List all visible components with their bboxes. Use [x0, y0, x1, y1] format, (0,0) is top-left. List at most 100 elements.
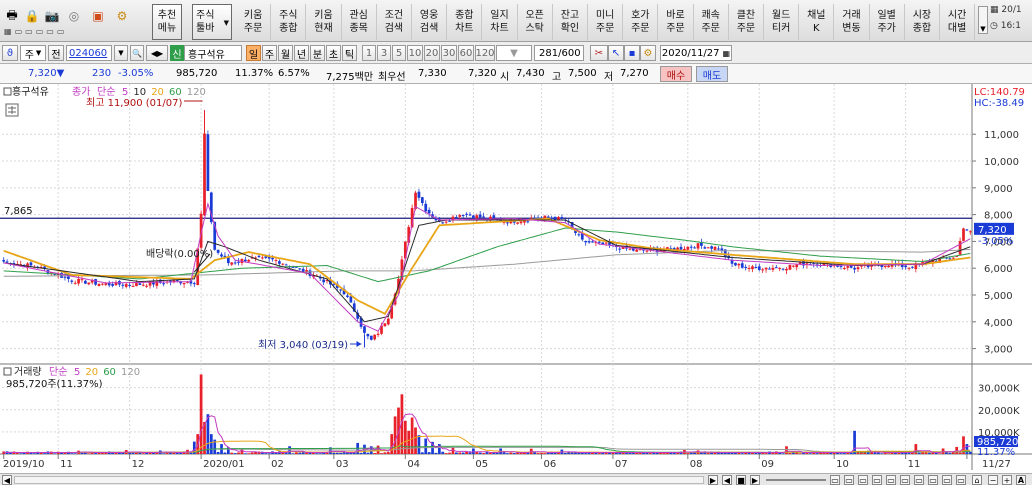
candle[interactable] — [339, 289, 343, 291]
candle[interactable] — [94, 279, 97, 285]
volume-bar[interactable] — [237, 452, 240, 454]
volume-bar[interactable] — [785, 446, 788, 454]
candle[interactable] — [618, 248, 622, 250]
volume-bar[interactable] — [87, 453, 91, 454]
recommend-menu-button[interactable]: 추천 메뉴 — [152, 4, 182, 40]
volume-bar[interactable] — [798, 453, 802, 454]
candle[interactable] — [781, 268, 785, 270]
candle[interactable] — [420, 197, 424, 204]
volume-bar[interactable] — [815, 453, 819, 454]
candle[interactable] — [121, 284, 125, 286]
candle[interactable] — [907, 267, 911, 269]
volume-bar[interactable] — [60, 452, 63, 454]
volume-bar[interactable] — [839, 453, 843, 454]
volume-bar[interactable] — [141, 453, 145, 454]
candle[interactable] — [70, 280, 74, 282]
candle[interactable] — [264, 256, 268, 258]
candle[interactable] — [785, 268, 788, 271]
speaker-icon[interactable]: ◀▶ — [146, 45, 168, 61]
interval-button-4[interactable]: 20 — [424, 45, 440, 61]
candle[interactable] — [128, 284, 131, 286]
interval-button-7[interactable]: 120 — [475, 45, 495, 61]
candle[interactable] — [482, 216, 485, 218]
candle[interactable] — [965, 229, 969, 231]
volume-bar[interactable] — [873, 452, 877, 454]
candle[interactable] — [635, 249, 639, 252]
candle[interactable] — [427, 209, 431, 214]
candle[interactable] — [138, 283, 142, 286]
volume-bar[interactable] — [444, 453, 448, 454]
window-icon-5[interactable]: ▭ — [57, 27, 65, 39]
toolbar-menu-1[interactable]: 주식 종합 — [271, 4, 307, 40]
scroll-left-icon[interactable]: ◀ — [2, 475, 12, 485]
period-button-4[interactable]: 분 — [310, 45, 325, 61]
candle[interactable] — [628, 248, 632, 250]
candle[interactable] — [577, 234, 581, 236]
toolbar-menu-13[interactable]: 쾌속 주문 — [694, 4, 729, 40]
candle[interactable] — [80, 279, 84, 281]
candle[interactable] — [461, 214, 465, 216]
candle[interactable] — [373, 334, 377, 340]
save-icon[interactable]: ▪ — [624, 45, 640, 61]
volume-bar[interactable] — [880, 453, 884, 454]
camera-icon[interactable]: 📷 — [44, 8, 60, 24]
volume-bar[interactable] — [233, 453, 237, 454]
volume-bar[interactable] — [734, 452, 737, 454]
candle[interactable] — [458, 215, 462, 217]
volume-bar[interactable] — [482, 453, 485, 454]
candle[interactable] — [417, 191, 421, 198]
volume-bar[interactable] — [900, 452, 904, 454]
scroll-right-icon[interactable]: ▶ — [708, 475, 718, 485]
candle[interactable] — [791, 265, 795, 267]
volume-bar[interactable] — [53, 453, 57, 454]
candle[interactable] — [713, 246, 717, 250]
volume-bar[interactable] — [917, 452, 921, 454]
scroll-track[interactable] — [14, 476, 704, 484]
candle[interactable] — [744, 266, 748, 268]
calendar-icon[interactable]: ▦ — [723, 49, 731, 58]
volume-bar[interactable] — [781, 453, 785, 454]
period-button-5[interactable]: 초 — [326, 45, 341, 61]
candle[interactable] — [754, 267, 758, 269]
volume-bar[interactable] — [295, 452, 298, 454]
toolbar-menu-19[interactable]: 시장 종합 — [905, 4, 940, 40]
candle[interactable] — [904, 265, 907, 268]
stock-code-input[interactable]: 024060 — [66, 45, 112, 61]
view-icon-5[interactable]: ▭ — [886, 475, 896, 485]
candle[interactable] — [67, 276, 70, 279]
sell-button[interactable]: 매도 — [696, 66, 728, 82]
volume-bar[interactable] — [751, 453, 754, 454]
candle[interactable] — [131, 285, 135, 287]
interval-input[interactable]: ▼ — [496, 45, 532, 61]
candle[interactable] — [77, 278, 80, 284]
font-size-icon[interactable]: A — [1016, 475, 1026, 485]
toolbar-menu-5[interactable]: 영웅 검색 — [412, 4, 448, 40]
volume-bar[interactable] — [417, 435, 421, 454]
candle[interactable] — [87, 282, 91, 285]
interval-button-2[interactable]: 5 — [392, 45, 406, 61]
candle[interactable] — [856, 267, 860, 270]
candle[interactable] — [386, 318, 390, 325]
candle[interactable] — [693, 247, 696, 249]
gear-icon[interactable]: ⚙ — [114, 8, 130, 24]
volume-bar[interactable] — [441, 451, 445, 454]
volume-bar[interactable] — [94, 453, 97, 454]
candle[interactable] — [597, 241, 601, 243]
candle[interactable] — [366, 333, 370, 337]
volume-bar[interactable] — [829, 452, 833, 454]
candle[interactable] — [346, 295, 349, 297]
candle[interactable] — [591, 241, 594, 243]
view-icon-9[interactable]: ▭ — [942, 475, 952, 485]
candle[interactable] — [887, 265, 890, 268]
toolbar-menu-12[interactable]: 바로 주문 — [658, 4, 694, 40]
candle[interactable] — [135, 282, 138, 287]
candle[interactable] — [768, 268, 771, 270]
candle[interactable] — [271, 257, 274, 260]
candle[interactable] — [839, 265, 843, 267]
volume-bar[interactable] — [366, 452, 370, 454]
candle[interactable] — [546, 216, 550, 218]
search-icon[interactable]: 🔍 — [130, 45, 144, 61]
candle[interactable] — [274, 259, 278, 261]
volume-bar[interactable] — [928, 452, 931, 454]
volume-bar[interactable] — [386, 452, 390, 454]
